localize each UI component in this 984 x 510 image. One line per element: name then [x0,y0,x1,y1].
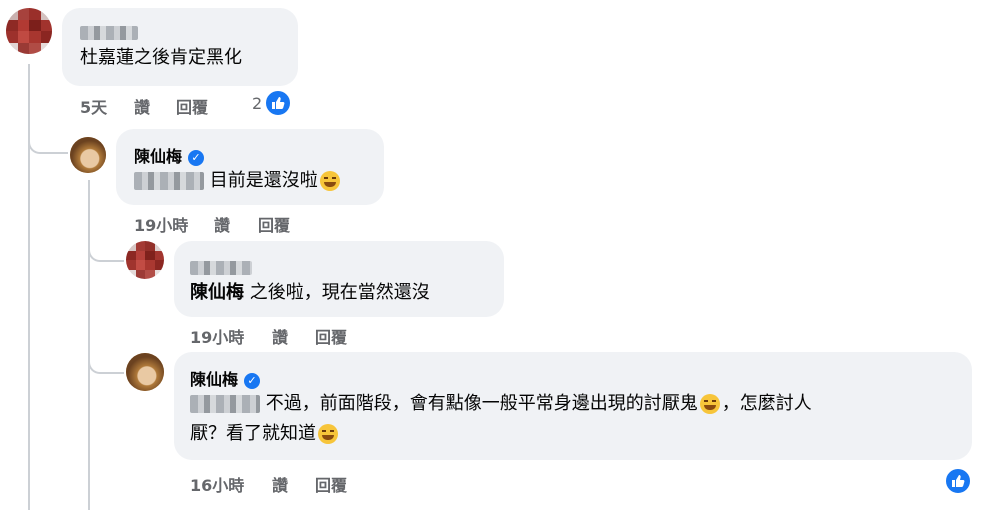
author-name-label[interactable]: 陳仙梅 [134,147,182,166]
grinning-emoji-icon [319,171,340,191]
reply-button[interactable]: 回覆 [258,212,290,236]
sweat-smile-emoji-icon [318,424,338,444]
thread-connector-1 [28,140,68,154]
comment-text-part-3: 厭？看了就知道 [190,423,316,444]
mention-redacted[interactable] [134,172,204,190]
reply-button[interactable]: 回覆 [315,324,347,348]
comment-time[interactable]: 19小時 [134,212,188,236]
comment-text: 目前是還沒啦 [209,170,318,191]
author-name-label[interactable]: 陳仙梅 [190,370,238,389]
comment-time[interactable]: 19小時 [190,324,244,348]
like-button[interactable]: 讚 [272,472,288,496]
comment-bubble: 杜嘉蓮之後肯定黑化 [62,8,298,86]
mention-redacted[interactable] [190,395,260,413]
author-name-redacted[interactable] [80,22,138,41]
reply-button[interactable]: 回覆 [315,472,347,496]
avatar[interactable] [6,8,52,54]
author-name[interactable]: 陳仙梅 ✓ [190,366,261,390]
comment-time[interactable]: 5天 [80,94,107,118]
grinning-emoji-icon [699,394,720,414]
comment-bubble: 陳仙梅 ✓ 目前是還沒啦 [116,129,384,205]
verified-badge-icon: ✓ [188,149,205,166]
comment-text: 杜嘉蓮之後肯定黑化 [80,47,242,68]
comment-bubble: 陳仙梅 之後啦，現在當然還沒 [174,241,504,317]
avatar[interactable] [70,137,106,173]
reply-button[interactable]: 回覆 [176,94,208,118]
comment-bubble: 陳仙梅 ✓ 不過，前面階段，會有點像一般平常身邊出現的討厭鬼 ，怎麼討人 厭？看了就… [174,352,972,460]
author-name-redacted[interactable] [190,257,252,276]
author-name[interactable]: 陳仙梅 ✓ [134,143,205,167]
mention-link[interactable]: 陳仙梅 [190,282,244,303]
like-button[interactable]: 讚 [134,94,150,118]
verified-badge-icon: ✓ [244,372,261,389]
thread-line-main [28,64,30,510]
like-button[interactable]: 讚 [214,212,230,236]
comment-time[interactable]: 16小時 [190,472,244,496]
thread-connector-2 [88,248,124,262]
comment-text-line-1: 不過，前面階段，會有點像一般平常身邊出現的討厭鬼 ，怎麼討人 [190,390,812,418]
comment-text-part-1: 不過，前面階段，會有點像一般平常身邊出現的討厭鬼 [265,393,698,414]
comment-text-line-2: 厭？看了就知道 [190,420,340,448]
like-button[interactable]: 讚 [272,324,288,348]
like-reaction-icon[interactable] [264,89,292,117]
comment-text: 之後啦，現在當然還沒 [249,282,430,303]
thread-line-nested [88,180,90,510]
like-reaction-icon[interactable] [944,467,972,495]
thread-connector-3 [88,360,124,374]
comment-text-row: 陳仙梅 之後啦，現在當然還沒 [190,279,430,307]
avatar[interactable] [126,353,164,391]
avatar[interactable] [126,241,164,279]
reaction-count[interactable]: 2 [252,94,262,113]
comment-text-part-2: ，怎麼討人 [721,393,812,414]
comment-text-row: 目前是還沒啦 [134,167,342,195]
